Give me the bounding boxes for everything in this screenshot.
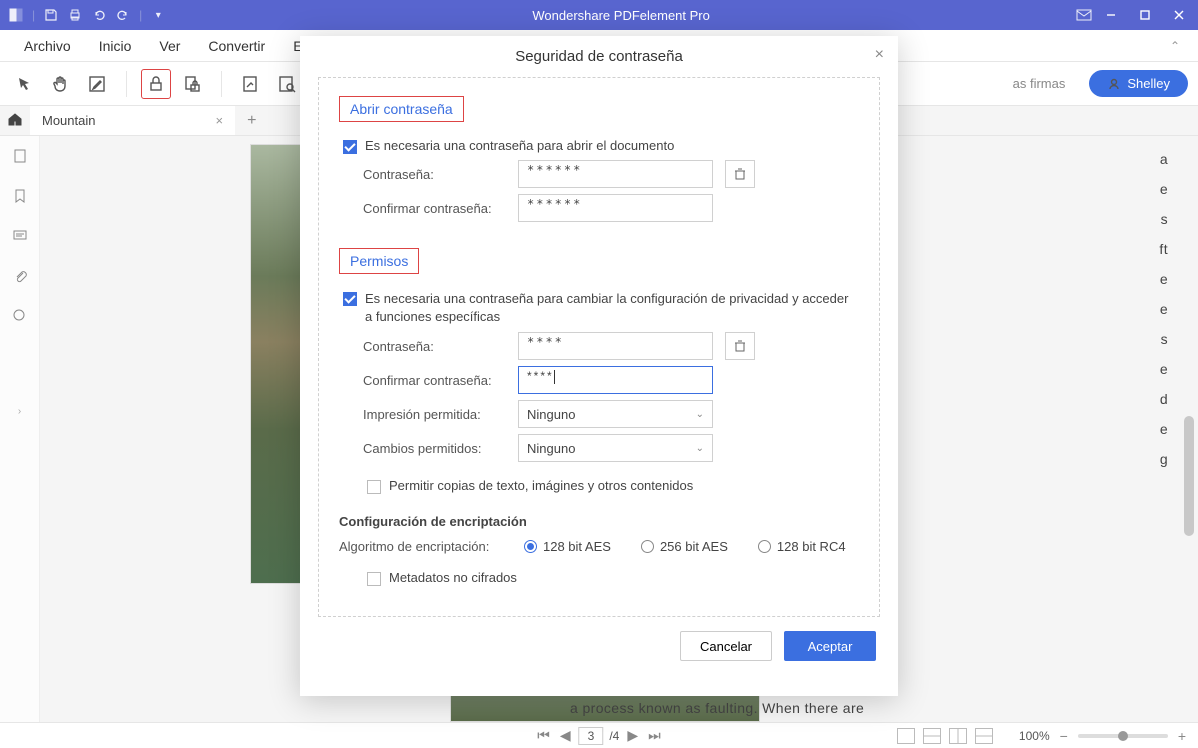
add-tab-button[interactable]: + [235, 112, 268, 130]
permissions-checkbox[interactable] [343, 292, 357, 306]
allow-copy-label: Permitir copias de texto, imágines y otr… [389, 478, 693, 493]
signatures-label: as firmas [1013, 76, 1066, 91]
zoom-slider[interactable] [1078, 734, 1168, 738]
select-tool-icon[interactable] [10, 69, 40, 99]
open-password-label: Es necesaria una contraseña para abrir e… [365, 138, 674, 153]
expand-sidebar-icon[interactable]: › [18, 406, 21, 417]
zoom-in-icon[interactable]: + [1176, 728, 1188, 744]
permissions-header: Permisos [340, 249, 418, 273]
redo-icon[interactable] [115, 7, 131, 23]
open-password-header: Abrir contraseña [340, 97, 463, 121]
radio-128aes[interactable]: 128 bit AES [524, 539, 611, 554]
next-page-icon[interactable]: ▶ [625, 727, 640, 744]
menu-convertir[interactable]: Convertir [194, 32, 279, 60]
next-page-last-icon[interactable]: ⏭ [646, 727, 663, 744]
changes-allowed-select[interactable]: Ninguno⌄ [518, 434, 713, 462]
undo-icon[interactable] [91, 7, 107, 23]
titlebar: | | ▾ Wondershare PDFelement Pro [0, 0, 1198, 30]
save-icon[interactable] [43, 7, 59, 23]
print-allowed-label: Impresión permitida: [363, 407, 518, 422]
radio-256aes[interactable]: 256 bit AES [641, 539, 728, 554]
perm-password-field-label: Contraseña: [363, 339, 518, 354]
user-name: Shelley [1127, 76, 1170, 91]
hand-tool-icon[interactable] [46, 69, 76, 99]
document-tab[interactable]: Mountain × [30, 106, 235, 135]
collapse-ribbon-icon[interactable]: ⌃ [1170, 39, 1188, 53]
document-text-fragment-2: a process known as faulting. When there … [570, 696, 970, 720]
prev-page-icon[interactable]: ◀ [558, 727, 573, 744]
view-continuous-icon[interactable] [923, 728, 941, 744]
perm-password-input[interactable]: **** [518, 332, 713, 360]
password-protect-icon[interactable] [141, 69, 171, 99]
comments-icon[interactable] [10, 226, 30, 246]
search-sidebar-icon[interactable] [10, 306, 30, 326]
tab-close-icon[interactable]: × [215, 113, 223, 128]
quickaccess-dropdown-icon[interactable]: ▾ [150, 7, 166, 23]
edit-tool-icon[interactable] [82, 69, 112, 99]
left-sidebar: › [0, 136, 40, 722]
vertical-scrollbar-thumb[interactable] [1184, 416, 1194, 536]
tab-label: Mountain [42, 113, 95, 128]
dialog-close-icon[interactable]: × [875, 46, 884, 64]
bookmark-icon[interactable] [10, 186, 30, 206]
prev-page-first-icon[interactable]: ⏮ [535, 727, 552, 744]
chevron-down-icon: ⌄ [696, 443, 704, 454]
encryption-algorithm-label: Algoritmo de encriptación: [339, 539, 494, 554]
open-password-input[interactable]: ****** [518, 160, 713, 188]
remove-security-icon[interactable] [177, 69, 207, 99]
attachment-icon[interactable] [10, 266, 30, 286]
user-pill[interactable]: Shelley [1089, 70, 1188, 97]
print-icon[interactable] [67, 7, 83, 23]
page-number-input[interactable]: 3 [579, 727, 604, 745]
mail-icon[interactable] [1076, 7, 1092, 23]
chevron-down-icon: ⌄ [696, 409, 704, 420]
perm-confirm-field-label: Confirmar contraseña: [363, 373, 518, 388]
password-security-dialog: Seguridad de contraseña × Abrir contrase… [300, 36, 898, 696]
view-single-icon[interactable] [897, 728, 915, 744]
encryption-header: Configuración de encriptación [339, 514, 859, 529]
allow-copy-checkbox[interactable] [367, 480, 381, 494]
clear-perm-password-icon[interactable] [725, 332, 755, 360]
perm-confirm-input[interactable]: **** [518, 366, 713, 394]
unencrypted-metadata-checkbox[interactable] [367, 572, 381, 586]
view-facing-continuous-icon[interactable] [975, 728, 993, 744]
cancel-button[interactable]: Cancelar [680, 631, 772, 661]
clear-open-password-icon[interactable] [725, 160, 755, 188]
menu-inicio[interactable]: Inicio [85, 32, 146, 60]
window-title: Wondershare PDFelement Pro [166, 8, 1076, 23]
open-confirm-field-label: Confirmar contraseña: [363, 201, 518, 216]
unencrypted-metadata-label: Metadatos no cifrados [389, 570, 517, 585]
radio-128rc4[interactable]: 128 bit RC4 [758, 539, 846, 554]
app-logo-icon [8, 7, 24, 23]
open-confirm-input[interactable]: ****** [518, 194, 713, 222]
home-icon[interactable] [0, 111, 30, 130]
print-allowed-select[interactable]: Ninguno⌄ [518, 400, 713, 428]
maximize-button[interactable] [1130, 0, 1160, 30]
search-redact-icon[interactable] [272, 69, 302, 99]
dialog-title: Seguridad de contraseña [515, 48, 683, 65]
ok-button[interactable]: Aceptar [784, 631, 876, 661]
open-password-field-label: Contraseña: [363, 167, 518, 182]
menu-archivo[interactable]: Archivo [10, 32, 85, 60]
menu-ver[interactable]: Ver [145, 32, 194, 60]
minimize-button[interactable] [1096, 0, 1126, 30]
sign-tool-icon[interactable] [236, 69, 266, 99]
permissions-label: Es necesaria una contraseña para cambiar… [365, 290, 859, 326]
page-total: /4 [609, 729, 619, 743]
changes-allowed-label: Cambios permitidos: [363, 441, 518, 456]
zoom-out-icon[interactable]: − [1058, 728, 1070, 744]
thumbnails-icon[interactable] [10, 146, 30, 166]
zoom-label: 100% [1019, 729, 1050, 743]
statusbar: ⏮ ◀ 3 /4 ▶ ⏭ 100% − + [0, 722, 1198, 748]
open-password-checkbox[interactable] [343, 140, 357, 154]
view-facing-icon[interactable] [949, 728, 967, 744]
close-window-button[interactable] [1164, 0, 1194, 30]
